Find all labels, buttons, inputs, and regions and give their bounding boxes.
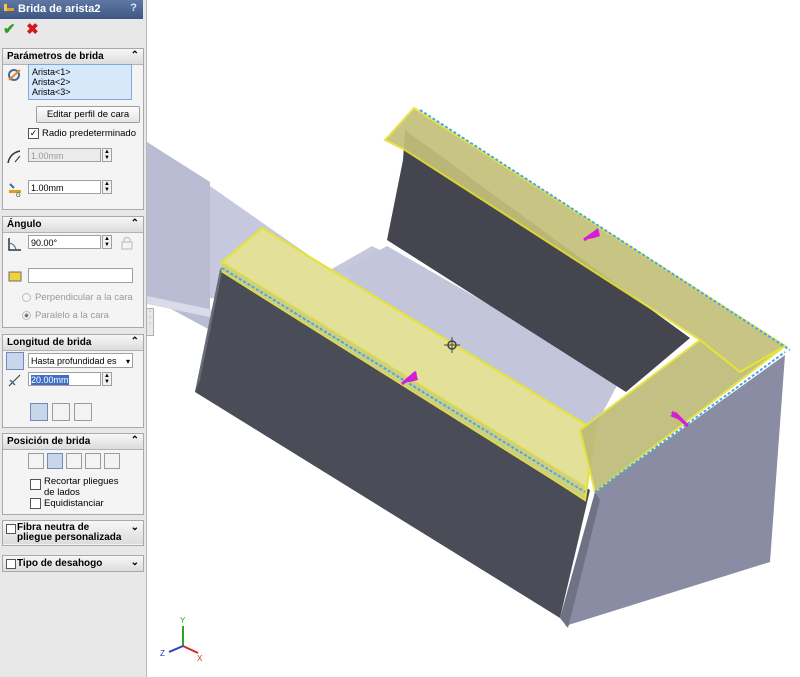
edit-profile-button[interactable]: Editar perfil de cara (36, 106, 140, 123)
edge-flange-icon (4, 4, 14, 11)
expand-icon[interactable]: ⌄ (131, 557, 139, 568)
angle-header[interactable]: Ángulo ⌃ (3, 217, 143, 233)
material-inside-button[interactable] (28, 453, 44, 469)
ok-button[interactable]: ✔ (3, 22, 19, 38)
outer-virtual-sharp-button[interactable] (30, 403, 48, 421)
edge-item[interactable]: Arista<2> (32, 77, 128, 87)
chevron-down-icon: ▾ (125, 357, 130, 366)
cancel-button[interactable]: ✖ (26, 22, 42, 38)
material-outside-button[interactable] (47, 453, 63, 469)
relief-checkbox[interactable] (6, 559, 16, 569)
length-input[interactable]: 20.00mm (28, 372, 101, 386)
perpendicular-radio[interactable]: Perpendicular a la cara (22, 292, 133, 303)
length-header[interactable]: Longitud de brida ⌃ (3, 335, 143, 351)
virtual-sharp-button[interactable] (85, 453, 101, 469)
collapse-icon[interactable]: ⌃ (131, 50, 139, 61)
collapse-icon[interactable]: ⌃ (131, 218, 139, 229)
length-icon (8, 374, 21, 387)
svg-text:G: G (16, 193, 21, 198)
feature-title: Brida de arista2 (18, 3, 101, 15)
angle-icon (8, 238, 21, 251)
ok-cancel-row: ✔ ✖ (3, 22, 46, 40)
offset-checkbox[interactable]: Equidistanciar (30, 498, 104, 509)
axis-z-label: Z (160, 649, 165, 658)
relief-group[interactable]: Tipo de desahogo ⌄ (2, 555, 144, 572)
bend-radius-icon (7, 150, 21, 164)
radius-spinner[interactable]: ▲ ▼ (102, 148, 112, 162)
length-spinner[interactable]: ▲ ▼ (102, 372, 112, 386)
edge-selection-list[interactable]: Arista<1> Arista<2> Arista<3> (28, 64, 132, 100)
radius-input[interactable]: 1.00mm (28, 148, 101, 162)
property-manager: Brida de arista2 ? ✔ ✖ Parámetros de bri… (0, 0, 147, 677)
position-header[interactable]: Posición de brida ⌃ (3, 434, 143, 450)
trim-bends-checkbox[interactable]: Recortar pliegues de lados (30, 476, 130, 498)
tangent-to-bend-button[interactable] (104, 453, 120, 469)
params-header[interactable]: Parámetros de brida ⌃ (3, 49, 143, 65)
edge-item[interactable]: Arista<1> (32, 67, 128, 77)
gap-icon: G (9, 183, 21, 198)
edge-item[interactable]: Arista<3> (32, 87, 128, 97)
collapse-icon[interactable]: ⌃ (131, 435, 139, 446)
angle-input[interactable]: 90.00° (28, 235, 101, 249)
edge-select-icon (8, 69, 21, 81)
axis-x-label: X (197, 654, 203, 663)
title-bar: Brida de arista2 ? (0, 0, 143, 19)
collapse-icon[interactable]: ⌃ (131, 336, 139, 347)
help-button[interactable]: ? (130, 2, 137, 14)
neutral-fiber-checkbox[interactable] (6, 524, 16, 534)
reverse-direction-button[interactable] (6, 352, 24, 370)
gap-spinner[interactable]: ▲ ▼ (102, 180, 112, 194)
checkbox-icon[interactable]: ✓ (28, 128, 39, 139)
angle-spinner[interactable]: ▲ ▼ (102, 235, 112, 249)
bend-outside-button[interactable] (66, 453, 82, 469)
gap-input[interactable]: 1.00mm (28, 180, 101, 194)
expand-icon[interactable]: ⌄ (131, 522, 139, 533)
face-select-icon (8, 271, 22, 282)
lock-icon[interactable] (118, 234, 136, 252)
axis-triad: Y X Z (160, 616, 203, 663)
axis-y-label: Y (180, 616, 186, 625)
face-input[interactable] (28, 268, 133, 283)
end-condition-select[interactable]: Hasta profundidad es ▾ (28, 353, 133, 368)
neutral-fiber-group[interactable]: Fibra neutra de pliegue personalizada ⌄ (2, 520, 144, 546)
inner-virtual-sharp-button[interactable] (52, 403, 70, 421)
tangent-bend-button[interactable] (74, 403, 92, 421)
default-radius-checkbox[interactable]: ✓ Radio predeterminado (28, 128, 136, 139)
graphics-viewport[interactable]: Y X Z (147, 0, 800, 677)
parallel-radio[interactable]: Paralelo a la cara (22, 310, 109, 321)
